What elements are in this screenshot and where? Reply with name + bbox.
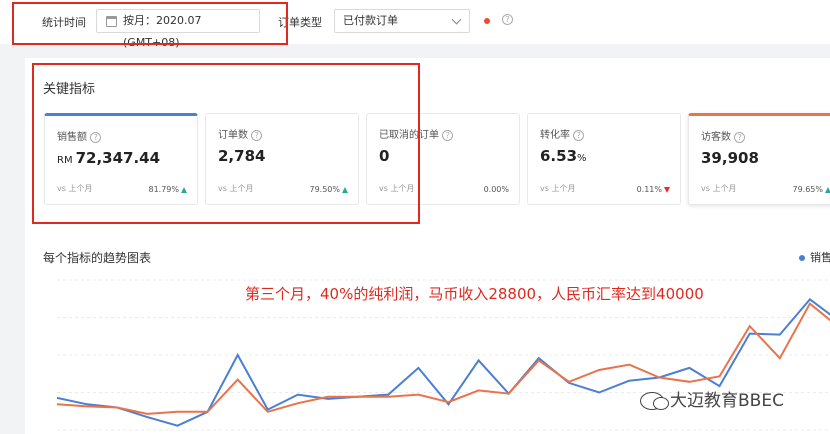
annotation-text: 第三个月，40%的纯利润，马币收入28800，人民币汇率达到40000 [245, 285, 704, 303]
wechat-icon [640, 392, 669, 410]
highlight-box-filter [12, 2, 288, 45]
watermark: 大迈教育BBEC [640, 386, 784, 411]
highlight-box-metrics [32, 63, 420, 224]
watermark-label: 大迈教育BBEC [670, 391, 784, 411]
